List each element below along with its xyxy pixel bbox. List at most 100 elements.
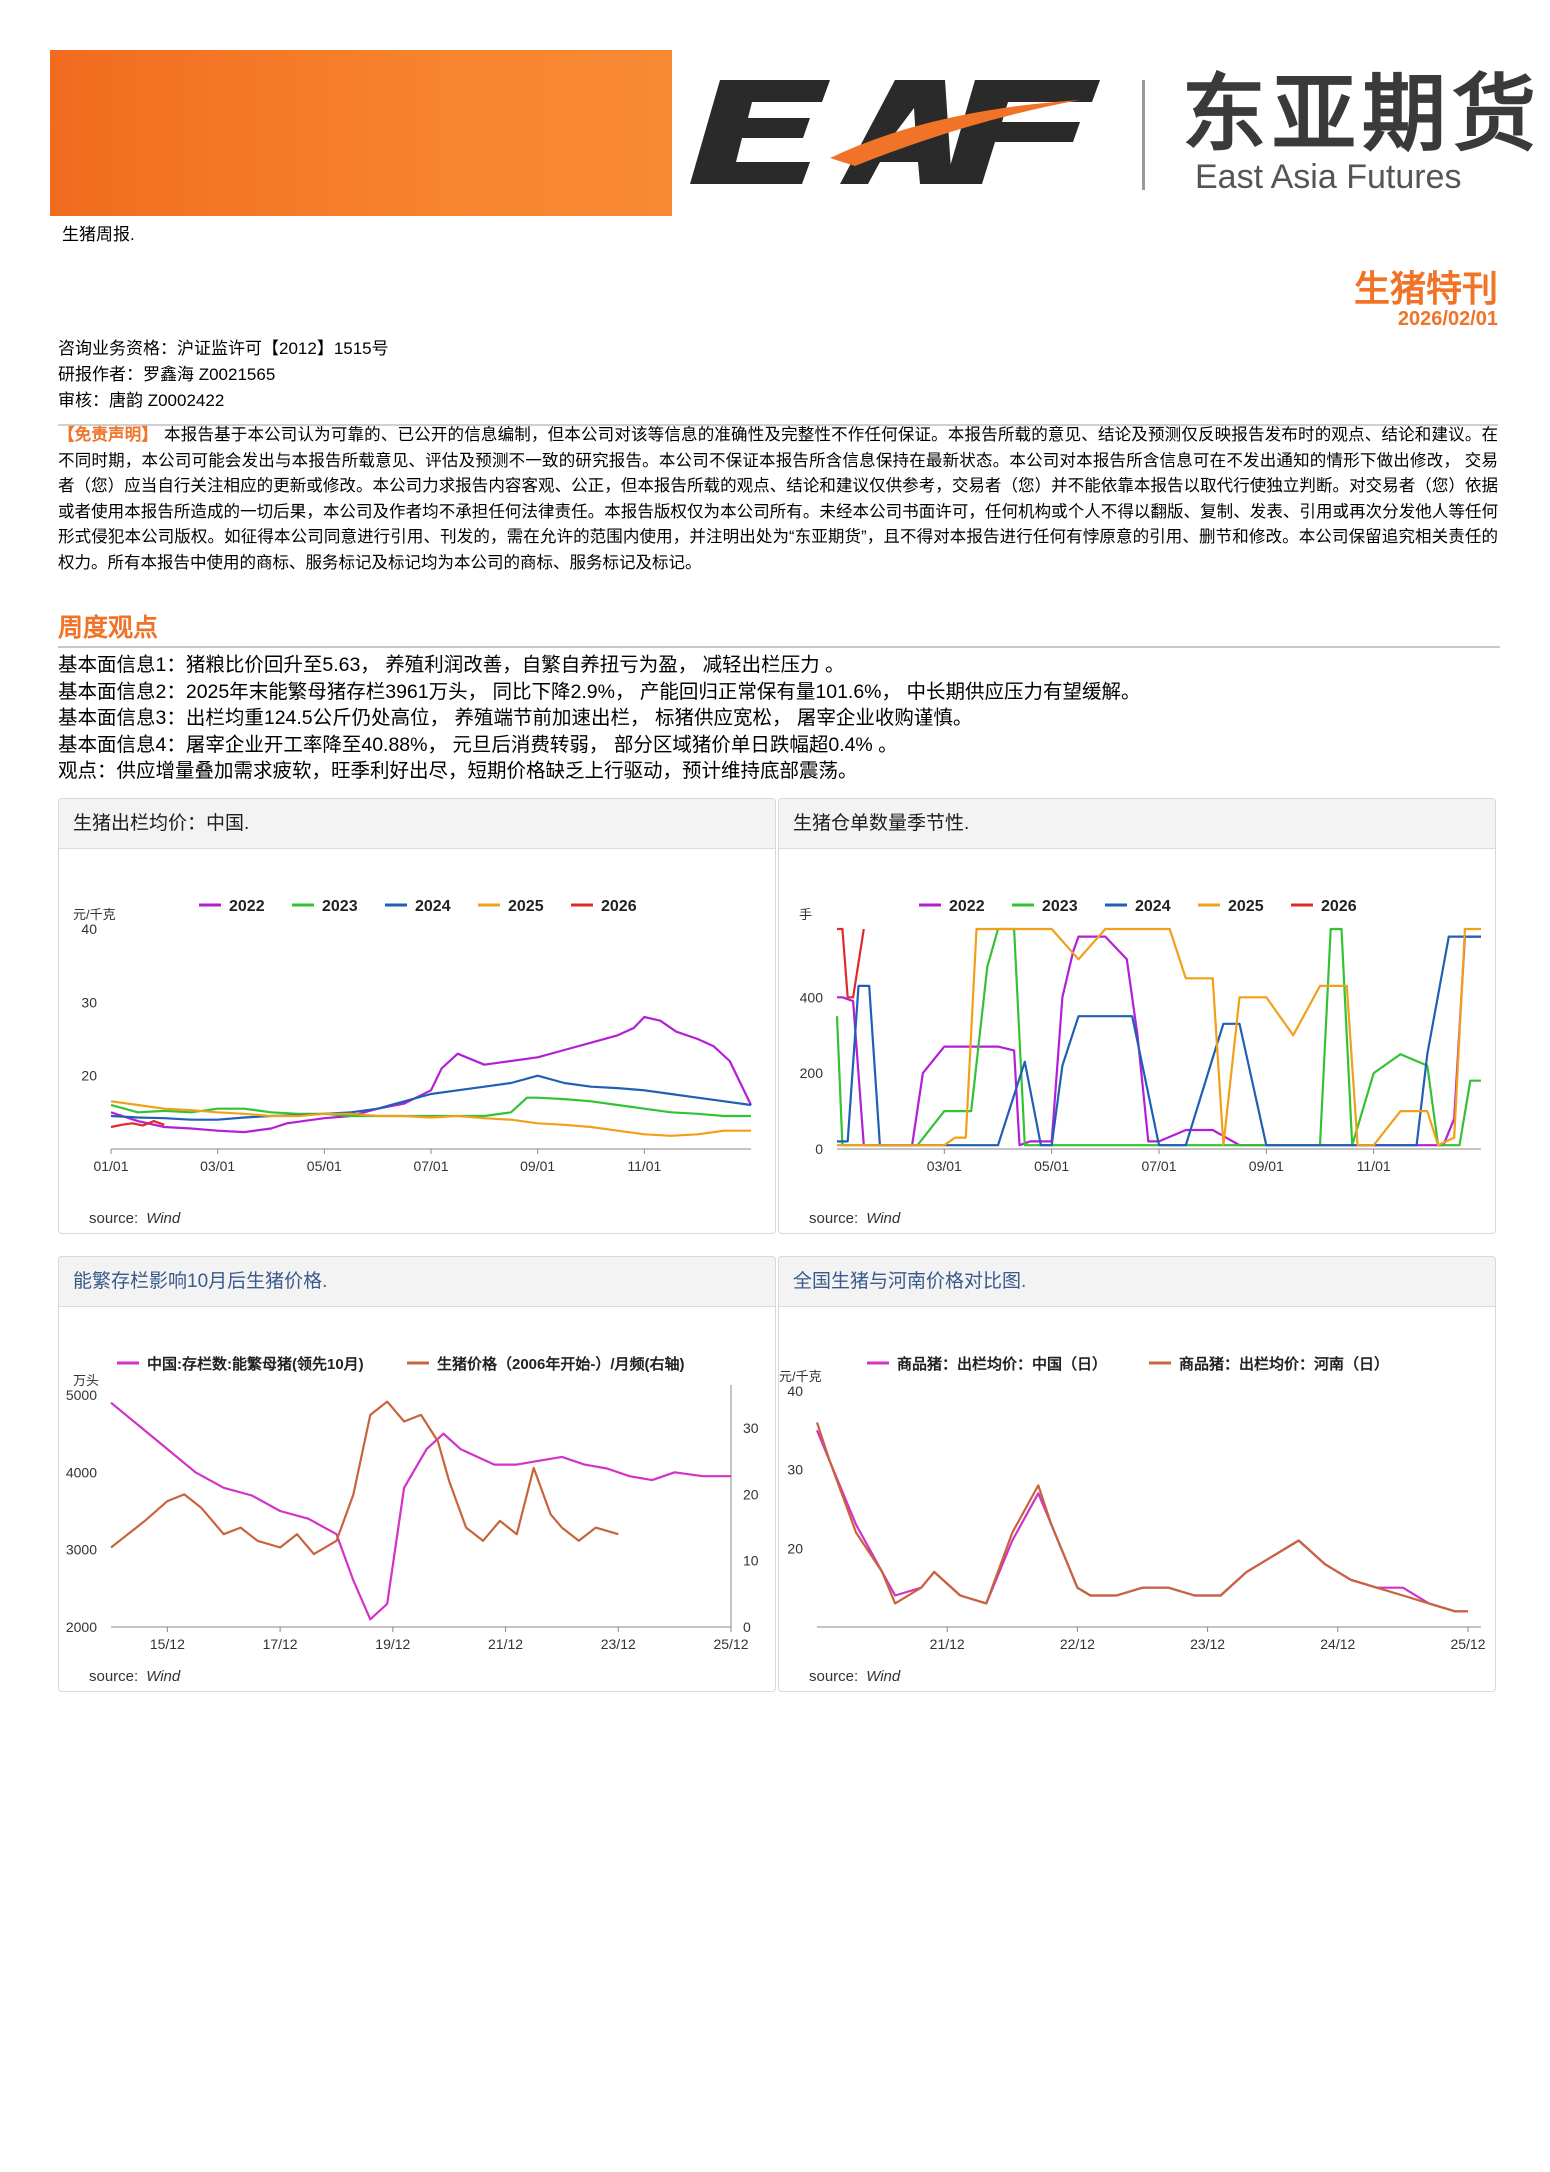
y-tick-label: 30 [787,1462,803,1478]
chart-title: 全国生猪与河南价格对比图. [779,1257,1495,1307]
y-axis-label: 手 [799,907,812,922]
section-rule [58,646,1500,648]
x-tick-label: 17/12 [263,1636,298,1652]
point-item: 基本面信息3：出栏均重124.5公斤仍处高位， 养殖端节前加速出栏， 标猪供应宽… [58,707,973,729]
legend-label: 2024 [415,898,451,915]
x-tick-label: 05/01 [1034,1158,1069,1174]
x-tick-label: 11/01 [627,1158,661,1174]
series-line-2 [837,935,1481,1147]
point-item: 观点：供应增量叠加需求疲软，旺季利好出尽，短期价格缺乏上行驱动，预计维持底部震荡… [58,760,858,782]
chart-panel-national-vs-henan: 全国生猪与河南价格对比图. 元/千克 20 30 40 21/12 22/12 23/12 2… [778,1256,1496,1692]
chart-hog-price: 元/千克 20 30 40 01/01 03/01 05/01 07/01 09/01 11/01… [73,898,752,1174]
chart-title: 生猪仓单数量季节性. [779,799,1495,849]
x-tick-label: 23/12 [1190,1636,1225,1652]
y-axis-label: 万头 [73,1373,99,1388]
logo-english-name: East Asia Futures [1195,158,1462,196]
chart-panel-sow-inventory: 能繁存栏影响10月后生猪价格. 万头 2000 3000 4000 5000 0 10 20 3… [58,1256,776,1692]
legend-label: 中国:存栏数:能繁母猪(领先10月) [147,1355,364,1373]
chart-source: source: Wind [809,1668,901,1685]
header-banner [50,50,672,216]
x-tick-label: 21/12 [930,1636,965,1652]
x-tick-label: 22/12 [1060,1636,1095,1652]
chart-source: source: Wind [809,1210,901,1227]
legend-label: 2024 [1135,898,1171,915]
series-line-1 [110,1400,619,1556]
x-tick-label: 05/01 [307,1158,342,1174]
x-tick-label: 24/12 [1320,1636,1355,1652]
legend-label: 2023 [1042,898,1078,915]
disclaimer: 【免责声明】 本报告基于本公司认为可靠的、已公开的信息编制，但本公司对该等信息的准… [58,423,1498,576]
qualification-line: 咨询业务资格：沪证监许可【2012】1515号 [58,339,389,358]
legend-label: 2026 [601,898,637,915]
series-line-4 [837,927,865,999]
section-title-weekly-view: 周度观点 [58,614,159,642]
y-tick-label: 0 [815,1141,823,1157]
chart-panel-hog-price: 生猪出栏均价：中国. 元/千克 20 30 40 01/01 03/01 05/01 07/0… [58,798,776,1234]
y-tick-label: 40 [81,921,97,937]
chart-panel-warehouse-receipts: 生猪仓单数量季节性. 手 0 200 400 03/01 05/01 07/01 09/01 1… [778,798,1496,1234]
y-tick-label: 40 [787,1383,803,1399]
logo-chinese-name: 东亚期货 [1182,67,1543,161]
disclaimer-lead: 【免责声明】 [58,426,159,444]
legend-label: 商品猪：出栏均价：河南（日） [1179,1355,1389,1373]
series-line-1 [835,927,1481,1147]
chart-sow-inventory: 万头 2000 3000 4000 5000 0 10 20 30 15/12 17/12 19/12… [66,1355,759,1652]
legend-label: 2022 [949,898,985,915]
y-tick-label: 200 [800,1065,824,1081]
x-tick-label: 15/12 [150,1636,185,1652]
y2-tick-label: 30 [743,1420,759,1436]
y-axis-label: 元/千克 [779,1369,822,1384]
reviewer-line: 审核：唐韵 Z0002422 [58,391,225,410]
x-tick-label: 07/01 [413,1158,448,1174]
y-tick-label: 2000 [66,1619,97,1635]
legend-label: 2025 [508,898,544,915]
chart-national-vs-henan: 元/千克 20 30 40 21/12 22/12 23/12 24/12 25/12 商品猪：出… [779,1355,1486,1652]
legend-label: 2025 [1228,898,1264,915]
y-tick-label: 30 [81,994,97,1010]
eaf-logo [690,80,1100,184]
series-line-1 [815,1422,1468,1613]
y2-tick-label: 10 [743,1553,759,1569]
y-tick-label: 400 [800,989,824,1005]
legend-label: 2026 [1321,898,1357,915]
report-title: 生猪特刊 [1353,268,1498,309]
series-line-2 [110,1074,752,1121]
y-tick-label: 5000 [66,1387,97,1403]
point-item: 基本面信息1：猪粮比价回升至5.63， 养殖利润改善，自繁自养扭亏为盈， 减轻出… [58,654,845,676]
x-tick-label: 09/01 [520,1158,555,1174]
legend-label: 生猪价格（2006年开始-）/月频(右轴) [437,1355,685,1373]
series-line-0 [815,1429,1468,1613]
y2-tick-label: 20 [743,1486,759,1502]
x-tick-label: 03/01 [200,1158,235,1174]
author-line: 研报作者：罗鑫海 Z0021565 [58,365,276,384]
y-tick-label: 20 [81,1068,97,1084]
x-tick-label: 03/01 [927,1158,962,1174]
y2-tick-label: 0 [743,1619,751,1635]
chart-title: 能繁存栏影响10月后生猪价格. [59,1257,775,1307]
legend-label: 商品猪：出栏均价：中国（日） [897,1355,1107,1373]
point-item: 基本面信息2：2025年末能繁母猪存栏3961万头， 同比下降2.9%， 产能回… [58,680,1141,703]
report-series-label: 生猪周报. [62,225,135,244]
chart-title: 生猪出栏均价：中国. [59,799,775,849]
series-line-3 [837,927,1481,1147]
logo-divider [1142,80,1145,190]
series-line-1 [110,1096,751,1118]
x-tick-label: 23/12 [601,1636,636,1652]
y-tick-label: 20 [787,1540,803,1556]
x-tick-label: 25/12 [713,1636,748,1652]
x-tick-label: 21/12 [488,1636,523,1652]
chart-source: source: Wind [89,1210,181,1227]
series-line-0 [837,935,1481,1147]
chart-source: source: Wind [89,1668,181,1685]
y-tick-label: 4000 [66,1464,97,1480]
y-tick-label: 3000 [66,1542,97,1558]
chart-warehouse-receipts: 手 0 200 400 03/01 05/01 07/01 09/01 11/01 2022 202… [799,898,1481,1174]
x-tick-label: 19/12 [375,1636,410,1652]
x-tick-label: 25/12 [1450,1636,1485,1652]
author-meta: 咨询业务资格：沪证监许可【2012】1515号 研报作者：罗鑫海 Z002156… [58,336,389,414]
series-line-0 [110,1015,752,1134]
x-tick-label: 01/01 [93,1158,128,1174]
disclaimer-text: 本报告基于本公司认为可靠的、已公开的信息编制，但本公司对该等信息的准确性及完整性… [58,426,1499,572]
legend-label: 2022 [229,898,265,915]
report-date: 2026/02/01 [1397,308,1498,330]
